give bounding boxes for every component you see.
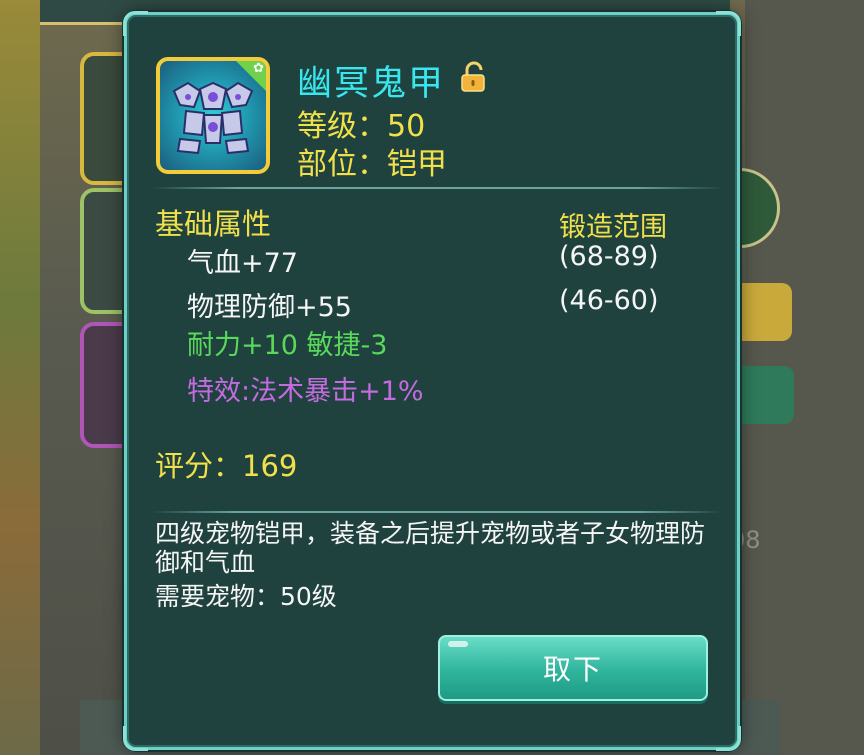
item-score: 评分：169 (155, 449, 298, 483)
item-description: 四级宠物铠甲，装备之后提升宠物或者子女物理防御和气血 (155, 519, 706, 577)
forge-range-title: 锻造范围 (559, 212, 667, 243)
attribute-physical-defense: 物理防御+55 (187, 292, 352, 323)
unequip-button[interactable]: 取下 (438, 635, 708, 701)
attribute-hp-range: (68-89) (559, 241, 659, 272)
armor-icon: ✿ (156, 57, 270, 174)
attribute-physical-defense-range: (46-60) (559, 285, 659, 316)
special-effect: 特效:法术暴击+1% (187, 376, 424, 407)
panel-corner (123, 11, 148, 36)
extra-attributes: 耐力+10 敏捷-3 (187, 330, 388, 361)
panel-corner (716, 11, 741, 36)
attribute-hp: 气血+77 (187, 248, 298, 279)
item-tooltip-panel: ✿ 幽冥鬼甲 等级：50 部位：铠甲 基础属性 锻造范围 气血+77 (68-8… (123, 11, 741, 751)
panel-corner (123, 726, 148, 751)
item-requirement: 需要宠物：50级 (155, 582, 337, 611)
panel-corner (716, 726, 741, 751)
item-slot: 部位：铠甲 (297, 147, 447, 182)
divider (151, 511, 723, 513)
background-left-strip (0, 0, 40, 755)
unlocked-padlock-icon[interactable] (458, 61, 490, 93)
item-name: 幽冥鬼甲 (297, 64, 446, 104)
base-attributes-title: 基础属性 (155, 207, 272, 241)
divider (151, 187, 723, 189)
